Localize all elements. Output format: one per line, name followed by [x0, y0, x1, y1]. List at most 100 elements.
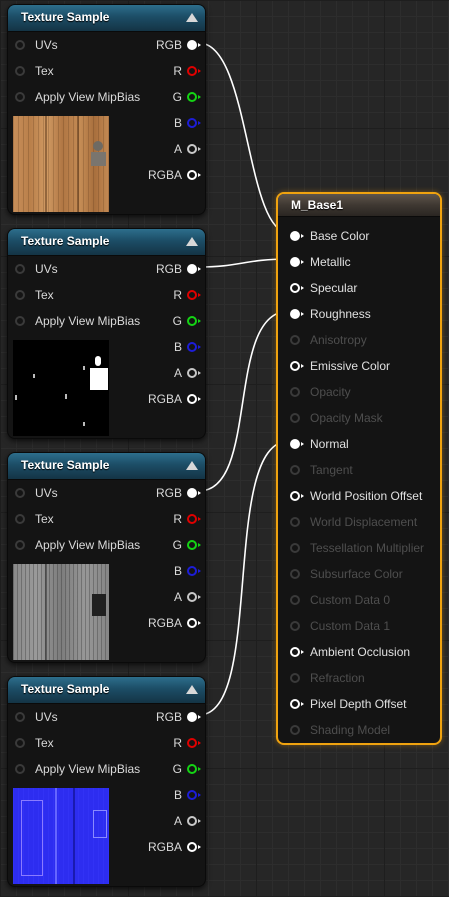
pin-icon[interactable]: [15, 315, 25, 326]
output-pin-b[interactable]: B: [174, 114, 201, 130]
material-result-node[interactable]: M_Base1 Base Color Metallic Specular Rou…: [276, 192, 442, 745]
collapse-arrow-icon[interactable]: [186, 685, 198, 694]
input-pin-normal[interactable]: Normal: [290, 435, 349, 451]
input-pin-specular[interactable]: Specular: [290, 279, 357, 295]
output-pin-rgb[interactable]: RGB: [156, 708, 201, 724]
output-pin-a[interactable]: A: [174, 812, 201, 828]
pin-icon[interactable]: [187, 39, 201, 50]
pin-icon[interactable]: [187, 711, 201, 722]
output-pin-r[interactable]: R: [173, 62, 201, 78]
output-pin-g[interactable]: G: [173, 536, 201, 552]
pin-icon[interactable]: [187, 763, 201, 774]
collapse-arrow-icon[interactable]: [186, 461, 198, 470]
output-pin-r[interactable]: R: [173, 510, 201, 526]
pin-icon[interactable]: [290, 282, 304, 293]
output-pin-a[interactable]: A: [174, 364, 201, 380]
pin-icon[interactable]: [15, 91, 25, 102]
output-pin-b[interactable]: B: [174, 786, 201, 802]
output-pin-rgb[interactable]: RGB: [156, 484, 201, 500]
pin-icon[interactable]: [15, 487, 25, 498]
output-pin-g[interactable]: G: [173, 88, 201, 104]
input-pin-mipbias[interactable]: Apply View MipBias: [15, 312, 140, 328]
pin-icon[interactable]: [290, 646, 304, 657]
pin-icon[interactable]: [15, 65, 25, 76]
pin-icon[interactable]: [187, 617, 201, 628]
output-pin-a[interactable]: A: [174, 588, 201, 604]
node-header[interactable]: Texture Sample: [8, 5, 205, 32]
node-header[interactable]: M_Base1: [278, 194, 440, 217]
output-pin-b[interactable]: B: [174, 338, 201, 354]
node-header[interactable]: Texture Sample: [8, 229, 205, 256]
input-pin-pixel-depth-offset[interactable]: Pixel Depth Offset: [290, 695, 407, 711]
input-pin-world-position-offset[interactable]: World Position Offset: [290, 487, 422, 503]
output-pin-r[interactable]: R: [173, 286, 201, 302]
input-pin-mipbias[interactable]: Apply View MipBias: [15, 760, 140, 776]
texture-sample-node-4[interactable]: Texture Sample UVs Tex Apply View MipBia…: [7, 676, 206, 887]
pin-icon[interactable]: [290, 308, 304, 319]
pin-icon[interactable]: [187, 591, 201, 602]
pin-icon[interactable]: [290, 360, 304, 371]
pin-icon[interactable]: [15, 289, 25, 300]
input-pin-emissive-color[interactable]: Emissive Color: [290, 357, 390, 373]
pin-icon[interactable]: [187, 65, 201, 76]
texture-sample-node-1[interactable]: Texture Sample UVs Tex Apply View MipBia…: [7, 4, 206, 215]
pin-icon[interactable]: [187, 91, 201, 102]
pin-icon[interactable]: [15, 513, 25, 524]
output-pin-a[interactable]: A: [174, 140, 201, 156]
output-pin-rgba[interactable]: RGBA: [148, 166, 201, 182]
pin-icon[interactable]: [187, 117, 201, 128]
input-pin-tex[interactable]: Tex: [15, 734, 54, 750]
pin-icon[interactable]: [187, 341, 201, 352]
collapse-arrow-icon[interactable]: [186, 237, 198, 246]
pin-icon[interactable]: [187, 539, 201, 550]
output-pin-g[interactable]: G: [173, 760, 201, 776]
collapse-arrow-icon[interactable]: [186, 13, 198, 22]
input-pin-tex[interactable]: Tex: [15, 62, 54, 78]
pin-icon[interactable]: [290, 230, 304, 241]
pin-icon[interactable]: [15, 39, 25, 50]
pin-icon[interactable]: [15, 737, 25, 748]
pin-icon[interactable]: [187, 393, 201, 404]
node-header[interactable]: Texture Sample: [8, 677, 205, 704]
input-pin-mipbias[interactable]: Apply View MipBias: [15, 536, 140, 552]
pin-icon[interactable]: [187, 263, 201, 274]
texture-sample-node-2[interactable]: Texture Sample UVs Tex Apply View MipBia…: [7, 228, 206, 439]
pin-icon[interactable]: [290, 438, 304, 449]
input-pin-ambient-occlusion[interactable]: Ambient Occlusion: [290, 643, 410, 659]
pin-icon[interactable]: [187, 367, 201, 378]
output-pin-rgba[interactable]: RGBA: [148, 614, 201, 630]
input-pin-base-color[interactable]: Base Color: [290, 227, 369, 243]
input-pin-mipbias[interactable]: Apply View MipBias: [15, 88, 140, 104]
pin-icon[interactable]: [187, 315, 201, 326]
pin-icon[interactable]: [187, 143, 201, 154]
output-pin-rgba[interactable]: RGBA: [148, 390, 201, 406]
output-pin-r[interactable]: R: [173, 734, 201, 750]
pin-icon[interactable]: [290, 698, 304, 709]
output-pin-b[interactable]: B: [174, 562, 201, 578]
pin-icon[interactable]: [187, 487, 201, 498]
input-pin-metallic[interactable]: Metallic: [290, 253, 351, 269]
pin-icon[interactable]: [187, 289, 201, 300]
input-pin-tex[interactable]: Tex: [15, 286, 54, 302]
output-pin-rgba[interactable]: RGBA: [148, 838, 201, 854]
pin-icon[interactable]: [187, 815, 201, 826]
output-pin-rgb[interactable]: RGB: [156, 260, 201, 276]
input-pin-tex[interactable]: Tex: [15, 510, 54, 526]
input-pin-uvs[interactable]: UVs: [15, 484, 58, 500]
input-pin-uvs[interactable]: UVs: [15, 260, 58, 276]
pin-icon[interactable]: [187, 565, 201, 576]
pin-icon[interactable]: [187, 737, 201, 748]
pin-icon[interactable]: [15, 263, 25, 274]
input-pin-roughness[interactable]: Roughness: [290, 305, 371, 321]
output-pin-g[interactable]: G: [173, 312, 201, 328]
pin-icon[interactable]: [290, 490, 304, 501]
pin-icon[interactable]: [15, 763, 25, 774]
node-header[interactable]: Texture Sample: [8, 453, 205, 480]
pin-icon[interactable]: [187, 841, 201, 852]
pin-icon[interactable]: [15, 539, 25, 550]
pin-icon[interactable]: [187, 789, 201, 800]
pin-icon[interactable]: [15, 711, 25, 722]
input-pin-uvs[interactable]: UVs: [15, 36, 58, 52]
texture-sample-node-3[interactable]: Texture Sample UVs Tex Apply View MipBia…: [7, 452, 206, 663]
pin-icon[interactable]: [187, 513, 201, 524]
